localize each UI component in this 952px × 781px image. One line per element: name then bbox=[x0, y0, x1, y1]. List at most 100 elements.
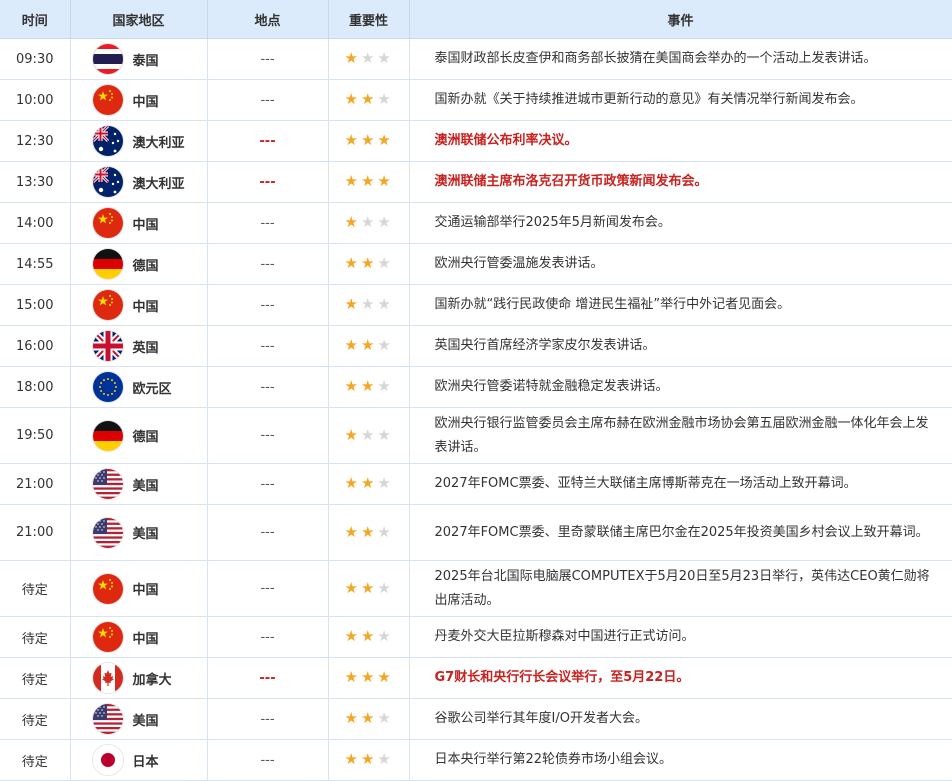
event-description[interactable]: 国新办就《关于持续推进城市更新行动的意见》有关情况举行新闻发布会。 bbox=[409, 79, 952, 121]
table-row[interactable]: 09:30 泰国 --- ★ ★ ★ 泰国财政部长皮查伊和商务部长披猜在美国商会举办的一个活… bbox=[0, 38, 952, 80]
star-filled-icon: ★ bbox=[360, 627, 375, 645]
star-filled-icon: ★ bbox=[344, 627, 358, 645]
country-name: 中国 bbox=[132, 583, 159, 598]
event-time: 待定 bbox=[0, 657, 71, 699]
event-description[interactable]: 丹麦外交大臣拉斯穆森对中国进行正式访问。 bbox=[409, 616, 952, 658]
table-row[interactable]: 待定 加拿大 --- ★ ★ ★ G7财长和央行行长会议举行，至5月22日。 bbox=[0, 657, 952, 699]
country-cell: 澳大利亚 bbox=[92, 126, 207, 156]
event-time: 09:30 bbox=[0, 38, 71, 80]
event-description[interactable]: 2027年FOMC票委、亚特兰大联储主席博斯蒂克在一场活动上致开幕词。 bbox=[409, 463, 952, 505]
star-filled-icon: ★ bbox=[377, 172, 391, 190]
star-filled-icon: ★ bbox=[344, 172, 358, 190]
country-cell: 泰国 bbox=[92, 44, 207, 74]
table-row[interactable]: 待定 日本 --- ★ ★ ★ 日本央行举行第22轮债券市场小组会议。 bbox=[0, 739, 952, 781]
star-filled-icon: ★ bbox=[344, 336, 358, 354]
star-empty-icon: ★ bbox=[360, 295, 375, 313]
importance-rating: ★ ★ ★ bbox=[328, 504, 410, 561]
usa-flag-icon bbox=[92, 517, 123, 548]
calendar-body: 09:30 泰国 --- ★ ★ ★ 泰国财政部长皮查伊和商务部长披猜在美国商会举办的一个活… bbox=[0, 38, 952, 781]
event-description[interactable]: 英国央行首席经济学家皮尔发表讲话。 bbox=[409, 325, 952, 367]
event-description[interactable]: 2027年FOMC票委、里奇蒙联储主席巴尔金在2025年投资美国乡村会议上致开幕… bbox=[409, 504, 952, 561]
country-cell: 日本 bbox=[92, 745, 207, 775]
event-description[interactable]: 交通运输部举行2025年5月新闻发布会。 bbox=[409, 202, 952, 244]
country-cell: 中国 bbox=[92, 573, 207, 604]
event-country: 欧元区 bbox=[70, 366, 208, 408]
event-location: --- bbox=[207, 616, 329, 658]
event-time: 12:30 bbox=[0, 120, 71, 162]
star-filled-icon: ★ bbox=[360, 709, 375, 727]
star-empty-icon: ★ bbox=[377, 709, 391, 727]
table-row[interactable]: 待定 中国 --- ★ ★ ★ 丹麦外交大臣拉斯穆森对中国进行正式访问。 bbox=[0, 616, 952, 658]
header-importance[interactable]: 重要性 bbox=[328, 0, 410, 39]
event-description[interactable]: 欧洲央行管委诺特就金融稳定发表讲话。 bbox=[409, 366, 952, 408]
star-filled-icon: ★ bbox=[360, 668, 375, 686]
china-flag-icon bbox=[92, 290, 123, 320]
table-row[interactable]: 12:30 澳大利亚 --- ★ ★ ★ 澳洲联储公布利率决议。 bbox=[0, 120, 952, 162]
star-filled-icon: ★ bbox=[344, 668, 358, 686]
star-filled-icon: ★ bbox=[360, 254, 375, 272]
table-row[interactable]: 14:55 德国 --- ★ ★ ★ 欧洲央行管委温施发表讲话。 bbox=[0, 243, 952, 285]
table-row[interactable]: 14:00 中国 --- ★ ★ ★ 交通运输部举行2025年5月新闻发布会。 bbox=[0, 202, 952, 244]
star-empty-icon: ★ bbox=[377, 336, 391, 354]
header-event[interactable]: 事件 bbox=[409, 0, 952, 39]
header-country[interactable]: 国家地区 bbox=[70, 0, 208, 39]
event-time: 待定 bbox=[0, 739, 71, 781]
calendar-table: 时间 国家地区 地点 重要性 事件 09:30 泰国 --- ★ ★ ★ 泰国财政部长皮查伊… bbox=[0, 0, 952, 781]
event-time: 14:00 bbox=[0, 202, 71, 244]
header-location[interactable]: 地点 bbox=[207, 0, 329, 39]
country-name: 德国 bbox=[132, 258, 159, 274]
table-row[interactable]: 13:30 澳大利亚 --- ★ ★ ★ 澳洲联储主席布洛克召开货币政策新闻发布会。 bbox=[0, 161, 952, 203]
table-row[interactable]: 15:00 中国 --- ★ ★ ★ 国新办就“践行民政使命 增进民生福祉”举行中外记者见面… bbox=[0, 284, 952, 326]
importance-rating: ★ ★ ★ bbox=[328, 79, 410, 121]
star-empty-icon: ★ bbox=[377, 90, 391, 108]
event-description[interactable]: 2025年台北国际电脑展COMPUTEX于5月20日至5月23日举行，英伟达CE… bbox=[409, 560, 952, 617]
event-description[interactable]: G7财长和央行行长会议举行，至5月22日。 bbox=[409, 657, 952, 699]
event-country: 英国 bbox=[70, 325, 208, 367]
table-row[interactable]: 18:00 欧元区 --- ★ ★ ★ 欧洲央行管委诺特就金融稳定发表讲话。 bbox=[0, 366, 952, 408]
event-location: --- bbox=[207, 739, 329, 781]
table-row[interactable]: 待定 美国 --- ★ ★ ★ 谷歌公司举行其年度I/O开发者大会。 bbox=[0, 698, 952, 740]
country-name: 加拿大 bbox=[132, 672, 172, 688]
country-name: 澳大利亚 bbox=[132, 176, 185, 192]
event-country: 澳大利亚 bbox=[70, 120, 208, 162]
table-row[interactable]: 19:50 德国 --- ★ ★ ★ 欧洲央行银行监管委员会主席布赫在欧洲金融市场协会第五届… bbox=[0, 407, 952, 464]
usa-flag-icon bbox=[92, 469, 123, 499]
country-name: 中国 bbox=[132, 631, 159, 647]
event-description[interactable]: 日本央行举行第22轮债券市场小组会议。 bbox=[409, 739, 952, 781]
event-time: 待定 bbox=[0, 616, 71, 658]
event-description[interactable]: 欧洲央行银行监管委员会主席布赫在欧洲金融市场协会第五届欧洲金融一体化年会上发表讲… bbox=[409, 407, 952, 464]
event-time: 21:00 bbox=[0, 504, 71, 561]
event-description[interactable]: 泰国财政部长皮查伊和商务部长披猜在美国商会举办的一个活动上发表讲话。 bbox=[409, 38, 952, 80]
table-row[interactable]: 待定 中国 --- ★ ★ ★ 2025年台北国际电脑展COMPUTEX于5月20日至5月2… bbox=[0, 560, 952, 617]
event-location: --- bbox=[207, 407, 329, 464]
country-cell: 中国 bbox=[92, 290, 207, 320]
country-name: 澳大利亚 bbox=[132, 135, 185, 151]
star-empty-icon: ★ bbox=[360, 49, 375, 67]
header-time[interactable]: 时间 bbox=[0, 0, 71, 39]
importance-rating: ★ ★ ★ bbox=[328, 407, 410, 464]
usa-flag-icon bbox=[92, 704, 123, 734]
star-filled-icon: ★ bbox=[360, 377, 375, 395]
star-filled-icon: ★ bbox=[360, 750, 375, 768]
star-filled-icon: ★ bbox=[344, 750, 358, 768]
star-empty-icon: ★ bbox=[377, 213, 391, 231]
event-description[interactable]: 澳洲联储公布利率决议。 bbox=[409, 120, 952, 162]
importance-rating: ★ ★ ★ bbox=[328, 366, 410, 408]
event-description[interactable]: 国新办就“践行民政使命 增进民生福祉”举行中外记者见面会。 bbox=[409, 284, 952, 326]
table-row[interactable]: 21:00 美国 --- ★ ★ ★ 2027年FOMC票委、里奇蒙联储主席巴尔金在2025… bbox=[0, 504, 952, 561]
importance-rating: ★ ★ ★ bbox=[328, 202, 410, 244]
event-description[interactable]: 澳洲联储主席布洛克召开货币政策新闻发布会。 bbox=[409, 161, 952, 203]
event-description[interactable]: 欧洲央行管委温施发表讲话。 bbox=[409, 243, 952, 285]
table-row[interactable]: 21:00 美国 --- ★ ★ ★ 2027年FOMC票委、亚特兰大联储主席博斯蒂克在一场… bbox=[0, 463, 952, 505]
country-cell: 美国 bbox=[92, 469, 207, 499]
event-country: 中国 bbox=[70, 284, 208, 326]
table-row[interactable]: 16:00 英国 --- ★ ★ ★ 英国央行首席经济学家皮尔发表讲话。 bbox=[0, 325, 952, 367]
event-country: 美国 bbox=[70, 504, 208, 561]
germany-flag-icon bbox=[92, 249, 123, 279]
table-row[interactable]: 10:00 中国 --- ★ ★ ★ 国新办就《关于持续推进城市更新行动的意见》有关情况举行… bbox=[0, 79, 952, 121]
country-name: 德国 bbox=[132, 430, 159, 445]
country-cell: 中国 bbox=[92, 622, 207, 652]
event-description[interactable]: 谷歌公司举行其年度I/O开发者大会。 bbox=[409, 698, 952, 740]
country-name: 美国 bbox=[132, 713, 159, 729]
star-filled-icon: ★ bbox=[360, 522, 375, 541]
